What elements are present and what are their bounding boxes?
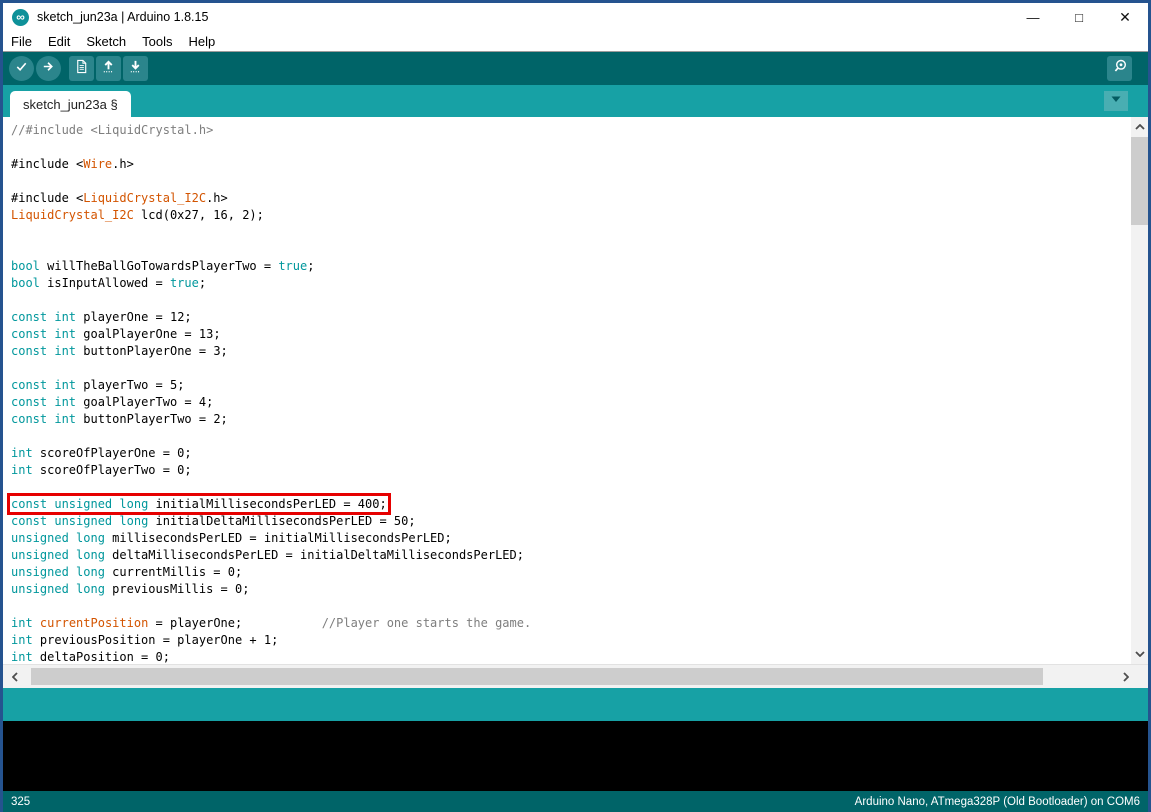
infinity-icon: ∞ [16, 11, 25, 23]
code-line: unsigned long previousMillis = 0; [11, 581, 1148, 598]
check-icon [14, 59, 29, 79]
scroll-right-arrow-icon[interactable] [1116, 665, 1136, 688]
tab-sketch[interactable]: sketch_jun23a § [10, 91, 131, 117]
title-bar: ∞ sketch_jun23a | Arduino 1.8.15 — □ ✕ [3, 3, 1148, 31]
code-line [11, 224, 1148, 241]
code-line: bool isInputAllowed = true; [11, 275, 1148, 292]
code-line: #include <Wire.h> [11, 156, 1148, 173]
console-divider[interactable] [3, 688, 1148, 721]
window-controls: — □ ✕ [1010, 3, 1148, 31]
code-line [11, 139, 1148, 156]
code-line [11, 292, 1148, 309]
menu-edit[interactable]: Edit [40, 34, 78, 49]
code-line: const unsigned long initialDeltaMillisec… [11, 513, 1148, 530]
toolbar [3, 52, 1148, 85]
code-area[interactable]: //#include <LiquidCrystal.h> #include <Wi… [3, 117, 1148, 664]
arrow-right-icon [41, 59, 56, 79]
code-line: int scoreOfPlayerTwo = 0; [11, 462, 1148, 479]
code-line: int currentPosition = playerOne; //Playe… [11, 615, 1148, 632]
code-line: const int playerTwo = 5; [11, 377, 1148, 394]
save-button[interactable] [123, 56, 148, 81]
arduino-logo-icon: ∞ [12, 9, 29, 26]
code-line: //#include <LiquidCrystal.h> [11, 122, 1148, 139]
magnifier-icon [1112, 58, 1128, 79]
minimize-button[interactable]: — [1010, 3, 1056, 31]
code-line: int previousPosition = playerOne + 1; [11, 632, 1148, 649]
code-line: const int goalPlayerTwo = 4; [11, 394, 1148, 411]
code-line: const unsigned long initialMillisecondsP… [11, 496, 1148, 513]
status-line-number: 325 [11, 796, 30, 808]
code-line: LiquidCrystal_I2C lcd(0x27, 16, 2); [11, 207, 1148, 224]
tab-bar: sketch_jun23a § [3, 85, 1148, 117]
new-sketch-button[interactable] [69, 56, 94, 81]
code-line [11, 173, 1148, 190]
code-line: bool willTheBallGoTowardsPlayerTwo = tru… [11, 258, 1148, 275]
tab-list-dropdown-button[interactable] [1104, 91, 1128, 111]
vertical-scrollbar[interactable] [1131, 117, 1148, 664]
code-line [11, 598, 1148, 615]
menu-file[interactable]: File [3, 34, 40, 49]
tab-label: sketch_jun23a § [23, 97, 118, 112]
triangle-down-icon [1109, 92, 1123, 110]
code-line: int deltaPosition = 0; [11, 649, 1148, 664]
menu-bar: File Edit Sketch Tools Help [3, 31, 1148, 52]
code-line [11, 479, 1148, 496]
status-bar: 325 Arduino Nano, ATmega328P (Old Bootlo… [3, 791, 1148, 812]
maximize-button[interactable]: □ [1056, 3, 1102, 31]
serial-monitor-button[interactable] [1107, 56, 1132, 81]
scroll-down-arrow-icon[interactable] [1131, 646, 1148, 662]
code-line: #include <LiquidCrystal_I2C.h> [11, 190, 1148, 207]
arrow-up-icon [101, 59, 116, 79]
upload-button[interactable] [36, 56, 61, 81]
menu-help[interactable]: Help [180, 34, 223, 49]
scroll-left-arrow-icon[interactable] [5, 665, 25, 688]
menu-sketch[interactable]: Sketch [78, 34, 134, 49]
code-line [11, 241, 1148, 258]
document-icon [74, 59, 89, 79]
open-button[interactable] [96, 56, 121, 81]
window-title: sketch_jun23a | Arduino 1.8.15 [37, 10, 208, 24]
code-line: const int goalPlayerOne = 13; [11, 326, 1148, 343]
code-line: unsigned long currentMillis = 0; [11, 564, 1148, 581]
editor: //#include <LiquidCrystal.h> #include <Wi… [3, 117, 1148, 664]
code-line: unsigned long deltaMillisecondsPerLED = … [11, 547, 1148, 564]
status-board-info: Arduino Nano, ATmega328P (Old Bootloader… [855, 796, 1140, 808]
code-line: const int buttonPlayerOne = 3; [11, 343, 1148, 360]
horizontal-scrollbar-thumb[interactable] [31, 668, 1043, 685]
menu-tools[interactable]: Tools [134, 34, 180, 49]
scroll-up-arrow-icon[interactable] [1131, 119, 1148, 135]
code-line: const int buttonPlayerTwo = 2; [11, 411, 1148, 428]
highlighted-code-line: const unsigned long initialMillisecondsP… [11, 497, 387, 511]
console-output [3, 721, 1148, 791]
code-line [11, 428, 1148, 445]
code-line [11, 360, 1148, 377]
verify-button[interactable] [9, 56, 34, 81]
close-button[interactable]: ✕ [1102, 3, 1148, 31]
code-line: int scoreOfPlayerOne = 0; [11, 445, 1148, 462]
arrow-down-icon [128, 59, 143, 79]
horizontal-scrollbar[interactable] [3, 664, 1148, 688]
arduino-ide-window: ∞ sketch_jun23a | Arduino 1.8.15 — □ ✕ F… [0, 0, 1151, 812]
vertical-scrollbar-thumb[interactable] [1131, 137, 1148, 225]
code-line: unsigned long millisecondsPerLED = initi… [11, 530, 1148, 547]
code-line: const int playerOne = 12; [11, 309, 1148, 326]
